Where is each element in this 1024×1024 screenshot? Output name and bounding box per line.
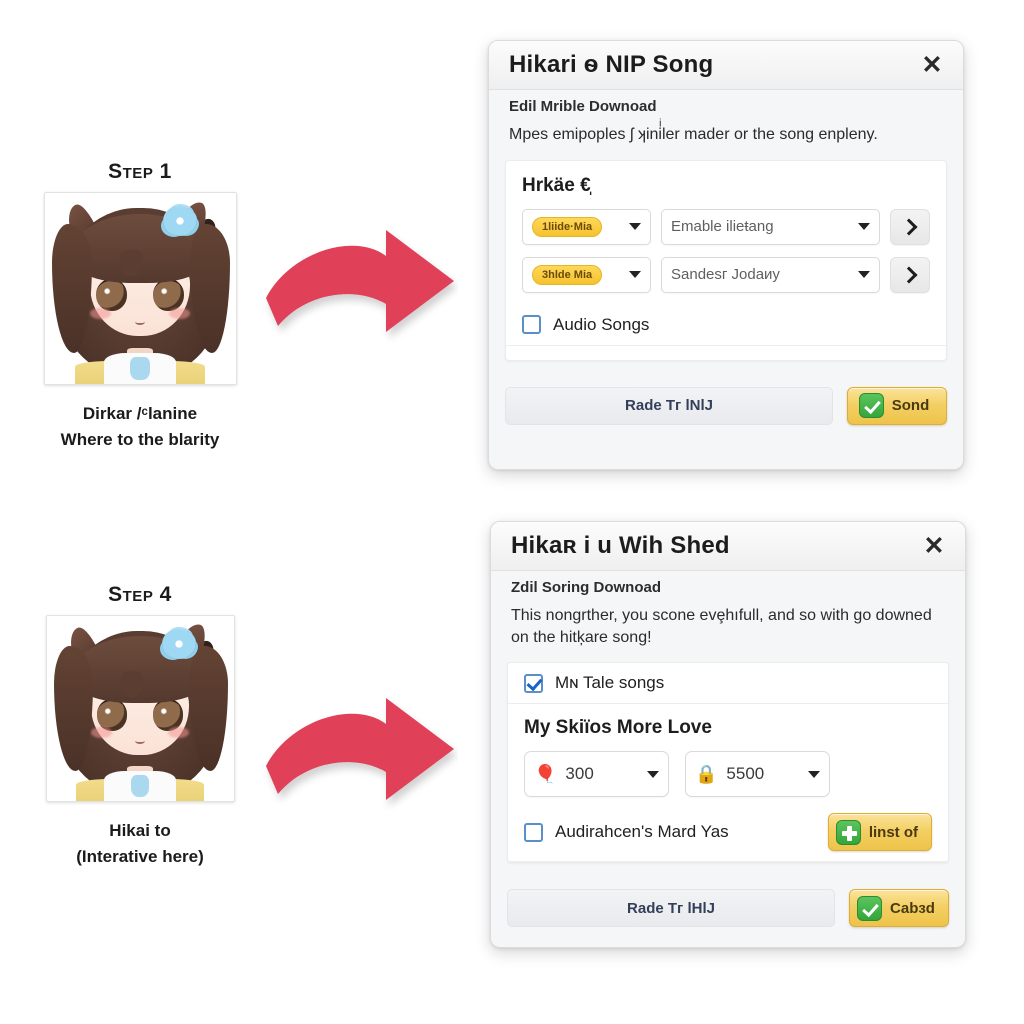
lock-icon: 🔒 — [695, 764, 718, 785]
green-plus-icon — [835, 819, 861, 845]
chevron-down-icon — [858, 223, 870, 231]
badge-select-1[interactable]: 1liide·Mia — [522, 208, 651, 245]
option-checkbox-group[interactable]: Audirahcen's Mard Yas — [524, 822, 729, 842]
flow-arrow-2 — [258, 694, 458, 817]
step-label-2: Step 4 — [108, 583, 172, 606]
dialog-1-titlebar: Hikari ѳ ΝIP Song ✕ — [489, 41, 963, 90]
dialog-1-primary-button[interactable]: Sond — [847, 386, 947, 425]
blush-right — [168, 727, 189, 739]
value-select-2-label: Sandesг Jodaиy — [671, 266, 780, 284]
dialog-1-description: Mpes emipoples ʃ ʞiniͥler mader or the s… — [509, 126, 878, 143]
chevron-down-icon — [808, 770, 820, 778]
badge-pill-2: 3hlde Mia — [532, 264, 603, 285]
dialog-2-footer: Rade Tг lHlJ Cabзd — [491, 877, 965, 941]
audio-songs-checkbox[interactable] — [522, 315, 541, 335]
my-tale-songs-label: Mɴ Tale songs — [555, 673, 665, 693]
step-caption-2-line2: (Interative here) — [76, 847, 204, 867]
lock-counter-value: 5500 — [726, 764, 765, 784]
dialog-2-description: This nongrther, you scone evȩhıfull, an… — [511, 607, 932, 646]
value-select-2[interactable]: Sandesг Jodaиy — [661, 256, 880, 293]
value-select-1[interactable]: Emable ilieŧang — [661, 208, 880, 245]
audio-songs-row[interactable]: Audio Songs — [522, 305, 930, 345]
dialog-2-panel-heading: My Skiïos More Love — [524, 717, 712, 739]
avatar-image-2 — [45, 615, 235, 802]
step-caption-1-line1: Dirkar /ᶜlanine — [82, 404, 198, 423]
close-icon[interactable]: ✕ — [921, 533, 947, 559]
my-tale-songs-row[interactable]: Mɴ Tale songs — [524, 663, 932, 703]
my-tale-songs-checkbox[interactable] — [524, 673, 543, 693]
chevron-down-icon — [629, 271, 641, 279]
dialog-1-secondary-button[interactable]: Rade Tг lNlJ — [505, 386, 833, 425]
chevron-right-button-1[interactable] — [890, 208, 930, 245]
dialog-1-primary-label: Sond — [891, 397, 930, 415]
chevron-right-button-2[interactable] — [890, 256, 930, 293]
eye-left — [96, 278, 127, 312]
insert-button[interactable]: linst of — [827, 813, 932, 852]
eye-left — [96, 699, 127, 731]
counters-row: 🎈 300 🔒 5500 — [524, 751, 932, 798]
option-row-with-button: Audirahcen's Mard Yas linst of — [524, 803, 932, 861]
eye-right — [153, 278, 184, 312]
insert-button-label: linst of — [868, 823, 918, 841]
audio-songs-label: Audio Songs — [553, 314, 650, 334]
option-row-2: 3hlde Mia Sandesг Jodaиy — [522, 256, 930, 293]
option-checkbox[interactable] — [524, 822, 543, 842]
step-caption-2-line1: Hikai to — [109, 821, 171, 840]
dialog-1-title: Hikari ѳ ΝIP Song — [509, 51, 714, 78]
panel-divider-bottom — [508, 861, 948, 863]
option-row-1: 1liide·Mia Emable ilieŧang — [522, 208, 930, 245]
dialog-2-subtitle: Zdil Soring Downoad — [511, 579, 661, 596]
dialog-2-panel: Mɴ Tale songs My Skiïos More Love 🎈 300 … — [507, 662, 949, 864]
step-block-2: Step 4 Hikai to (Interative here) — [0, 583, 280, 871]
mouth — [135, 319, 145, 325]
dialog-2-primary-label: Cabзd — [890, 899, 935, 917]
dialog-1-panel-heading: Hrkäe €̩ — [522, 174, 591, 196]
chevron-down-icon — [858, 271, 870, 279]
dialog-1-subtitle: Edil Mrible Downoad — [509, 98, 657, 115]
option-checkbox-label: Audirahcen's Mard Yas — [555, 822, 729, 842]
chevron-down-icon — [629, 223, 641, 231]
panel-divider-top — [508, 703, 948, 705]
dialog-2-secondary-button[interactable]: Rade Tг lHlJ — [507, 889, 835, 928]
close-icon[interactable]: ✕ — [919, 52, 945, 78]
mouth — [135, 738, 145, 744]
green-check-icon — [857, 895, 883, 921]
dialog-2: Hikaʀ i u Wih Shed ✕ Zdil Soring Downoad… — [490, 521, 966, 948]
step-label-1: Step 1 — [108, 160, 172, 183]
step-caption-1-line2: Where to the blarity — [60, 430, 220, 450]
chibi-illustration — [46, 616, 234, 801]
eye-right — [153, 699, 184, 731]
balloon-counter-value: 300 — [565, 764, 594, 784]
step-caption-1: Dirkar /ᶜlanine Where to the blarity — [0, 401, 280, 454]
dialog-1-footer: Rade Tг lNlJ Sond — [489, 375, 963, 439]
balloon-counter[interactable]: 🎈 300 — [524, 751, 669, 798]
blush-right — [168, 307, 190, 320]
blue-ribbon — [130, 775, 150, 798]
lock-counter[interactable]: 🔒 5500 — [685, 751, 830, 798]
steps-column: Step 1 Dirkar /ᶜlanine Where to the blar… — [0, 0, 280, 1024]
dialog-2-title: Hikaʀ i u Wih Shed — [511, 532, 730, 559]
blush-left — [91, 727, 112, 739]
dialog-1-panel: Hrkäe €̩ 1liide·Mia Emable ilieŧang 3hld… — [505, 159, 947, 361]
flow-arrow-1 — [258, 226, 458, 349]
dialog-2-primary-button[interactable]: Cabзd — [849, 889, 949, 928]
panel-divider — [506, 344, 946, 346]
badge-pill-1: 1liide·Mia — [532, 216, 603, 237]
dialog-1: Hikari ѳ ΝIP Song ✕ Edil Mrible Downoad … — [488, 40, 964, 470]
blue-ribbon — [130, 357, 150, 381]
chevron-down-icon — [647, 770, 659, 778]
step-block-1: Step 1 Dirkar /ᶜlanine Where to the blar… — [0, 160, 280, 454]
dialog-2-titlebar: Hikaʀ i u Wih Shed ✕ — [491, 522, 965, 571]
green-check-icon — [858, 393, 884, 419]
chibi-illustration — [44, 193, 236, 384]
arrow-right-icon — [266, 230, 454, 332]
avatar-image-1 — [43, 192, 237, 385]
badge-select-2[interactable]: 3hlde Mia — [522, 256, 651, 293]
arrow-right-icon — [266, 698, 454, 800]
hot-air-balloon-icon: 🎈 — [534, 764, 557, 785]
value-select-1-label: Emable ilieŧang — [671, 218, 774, 236]
step-caption-2: Hikai to (Interative here) — [0, 818, 280, 871]
